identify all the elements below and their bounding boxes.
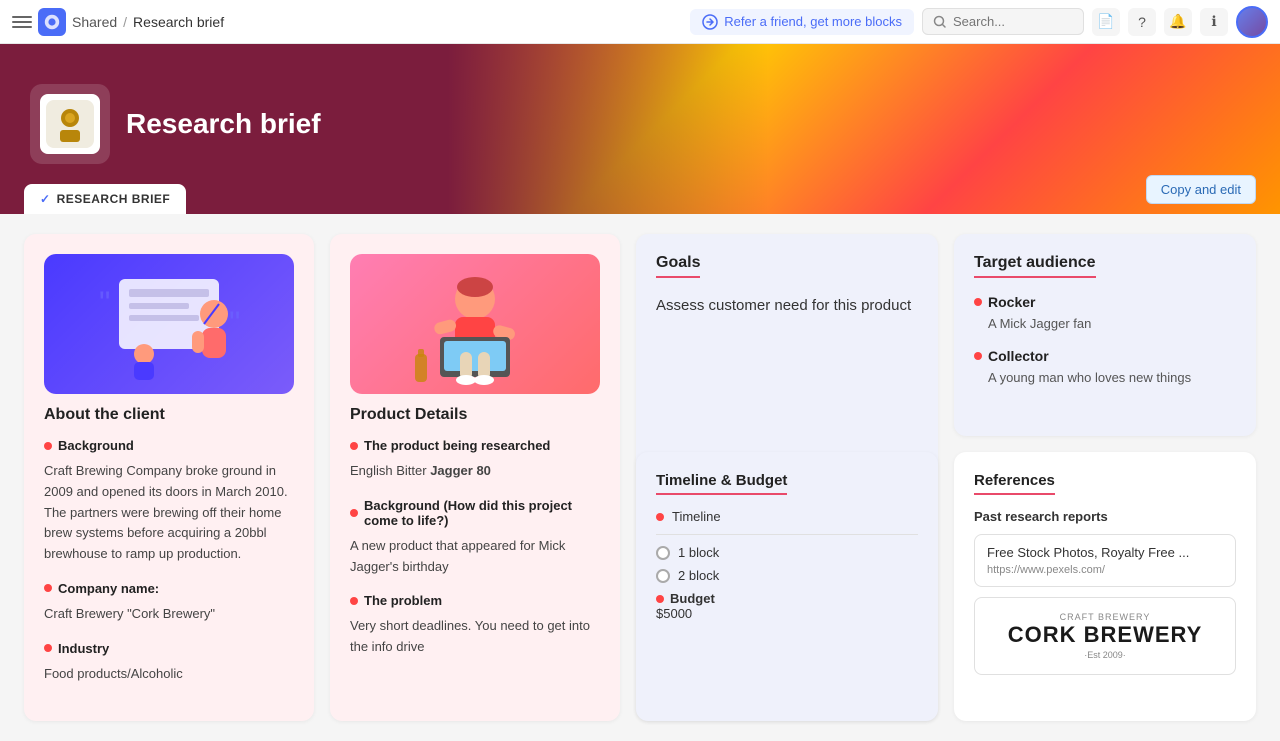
top-navigation: Shared / Research brief Refer a friend, … xyxy=(0,0,1280,44)
nav-left: Shared / Research brief xyxy=(12,8,682,36)
timeline-row: Timeline xyxy=(656,509,918,524)
problem-label: The problem xyxy=(350,593,600,608)
references-header: References xyxy=(974,472,1055,495)
search-icon xyxy=(933,15,947,29)
company-value: Craft Brewery "Cork Brewery" xyxy=(44,604,294,625)
menu-icon[interactable] xyxy=(12,12,32,32)
timeline-header: Timeline & Budget xyxy=(656,472,787,495)
header-logo-inner xyxy=(40,94,100,154)
product-background-label: Background (How did this project come to… xyxy=(350,498,600,528)
block-2-radio[interactable] xyxy=(656,569,670,583)
svg-text:": " xyxy=(99,285,110,321)
product-name-section: The product being researched English Bit… xyxy=(350,438,600,482)
ref-link-0[interactable]: Free Stock Photos, Royalty Free ... http… xyxy=(974,534,1236,587)
block-2-row[interactable]: 2 block xyxy=(656,568,918,583)
refer-label: Refer a friend, get more blocks xyxy=(724,14,902,29)
budget-value: $5000 xyxy=(656,606,918,621)
timeline-budget-card: Timeline & Budget Timeline 1 block 2 blo… xyxy=(636,452,938,720)
help-icon[interactable]: ? xyxy=(1128,8,1156,36)
product-problem-section: The problem Very short deadlines. You ne… xyxy=(350,593,600,658)
audience-item-1: Collector A young man who loves new thin… xyxy=(974,348,1236,388)
client-card-title: About the client xyxy=(44,406,294,424)
block-1-row[interactable]: 1 block xyxy=(656,545,918,560)
dot-budget xyxy=(656,595,664,603)
product-name-value: English Bitter Jagger 80 xyxy=(350,461,600,482)
about-client-card: " " About the client Background Craft Br… xyxy=(24,234,314,721)
audience-name-0: Rocker xyxy=(974,294,1236,310)
tab-bar: ✓ RESEARCH BRIEF xyxy=(24,184,186,214)
ref-url-0: https://www.pexels.com/ xyxy=(987,564,1223,576)
research-brief-tab[interactable]: ✓ RESEARCH BRIEF xyxy=(24,184,186,214)
budget-label: Budget xyxy=(670,591,715,606)
page-title: Research brief xyxy=(126,108,321,140)
goals-header: Goals xyxy=(656,254,700,278)
cork-brewery-card: CRAFT BREWERY CORK BREWERY ·Est 2009· xyxy=(974,597,1236,675)
background-label: Background xyxy=(44,438,294,453)
page-header: Research brief ✓ RESEARCH BRIEF Copy and… xyxy=(0,44,1280,214)
product-name-label: The product being researched xyxy=(350,438,600,453)
dot-a1 xyxy=(974,298,982,306)
search-input[interactable] xyxy=(953,14,1073,29)
industry-label: Industry xyxy=(44,641,294,656)
audience-name-1: Collector xyxy=(974,348,1236,364)
cork-name-text: CORK BREWERY xyxy=(989,622,1221,648)
product-card-title: Product Details xyxy=(350,406,600,424)
audience-item-0: Rocker A Mick Jagger fan xyxy=(974,294,1236,334)
breadcrumb-shared[interactable]: Shared xyxy=(72,14,117,30)
docs-icon[interactable]: 📄 xyxy=(1092,8,1120,36)
info-icon[interactable]: ℹ xyxy=(1200,8,1228,36)
audience-desc-0: A Mick Jagger fan xyxy=(974,314,1236,334)
client-background-section: Background Craft Brewing Company broke g… xyxy=(44,438,294,565)
client-industry-section: Industry Food products/Alcoholic xyxy=(44,641,294,685)
dot-icon3 xyxy=(44,644,52,652)
tab-check-icon: ✓ xyxy=(40,192,51,206)
past-research-label: Past research reports xyxy=(974,509,1236,524)
dot-p2 xyxy=(350,509,358,517)
company-label: Company name: xyxy=(44,581,294,596)
notifications-icon[interactable]: 🔔 xyxy=(1164,8,1192,36)
header-content: Research brief xyxy=(0,44,1280,204)
tab-label: RESEARCH BRIEF xyxy=(57,192,171,206)
product-background-text: A new product that appeared for Mick Jag… xyxy=(350,536,600,578)
nav-center: Refer a friend, get more blocks xyxy=(690,9,914,35)
product-background-section: Background (How did this project come to… xyxy=(350,498,600,578)
dot-a2 xyxy=(974,352,982,360)
workspace-icon[interactable] xyxy=(38,8,66,36)
audience-desc-1: A young man who loves new things xyxy=(974,368,1236,388)
breadcrumb: Shared / Research brief xyxy=(72,14,224,30)
ref-title-0: Free Stock Photos, Royalty Free ... xyxy=(987,545,1223,560)
breadcrumb-separator: / xyxy=(123,14,127,30)
block-2-label: 2 block xyxy=(678,568,719,583)
target-header: Target audience xyxy=(974,254,1096,278)
refer-button[interactable]: Refer a friend, get more blocks xyxy=(690,9,914,35)
avatar[interactable] xyxy=(1236,6,1268,38)
cork-small-text: CRAFT BREWERY xyxy=(989,612,1221,622)
client-company-section: Company name: Craft Brewery "Cork Brewer… xyxy=(44,581,294,625)
industry-value: Food products/Alcoholic xyxy=(44,664,294,685)
dot-t1 xyxy=(656,513,664,521)
problem-text: Very short deadlines. You need to get in… xyxy=(350,616,600,658)
block-1-label: 1 block xyxy=(678,545,719,560)
nav-right: 📄 ? 🔔 ℹ xyxy=(922,6,1268,38)
product-illustration xyxy=(350,254,600,394)
dot-icon2 xyxy=(44,584,52,592)
main-content: " " About the client Background Craft Br… xyxy=(0,214,1280,741)
cork-est-text: ·Est 2009· xyxy=(989,650,1221,660)
block-1-radio[interactable] xyxy=(656,546,670,560)
copy-edit-button[interactable]: Copy and edit xyxy=(1146,175,1256,204)
dot-p3 xyxy=(350,597,358,605)
breadcrumb-current: Research brief xyxy=(133,14,224,30)
budget-row: Budget xyxy=(656,591,918,606)
header-logo xyxy=(30,84,110,164)
goals-text: Assess customer need for this product xyxy=(656,294,918,318)
dot-icon xyxy=(44,442,52,450)
search-box[interactable] xyxy=(922,8,1084,35)
target-audience-card: Target audience Rocker A Mick Jagger fan… xyxy=(954,234,1256,436)
client-illustration: " " xyxy=(44,254,294,394)
product-details-card: Product Details The product being resear… xyxy=(330,234,620,721)
svg-text:": " xyxy=(229,305,240,341)
background-text: Craft Brewing Company broke ground in 20… xyxy=(44,461,294,565)
references-card: References Past research reports Free St… xyxy=(954,452,1256,720)
dot-p1 xyxy=(350,442,358,450)
